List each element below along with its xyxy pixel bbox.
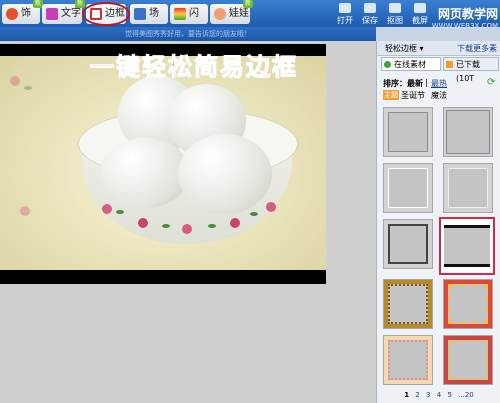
screenshot-button[interactable]: 截屏 bbox=[408, 3, 432, 26]
page-2[interactable]: 2 bbox=[415, 391, 419, 399]
theme-tag: 主题 bbox=[383, 90, 399, 100]
text-icon bbox=[46, 8, 58, 20]
flower-decoration bbox=[138, 218, 148, 228]
leaf-decoration bbox=[116, 210, 124, 214]
tutorial-title: 一键轻松简易边框 bbox=[90, 53, 298, 82]
frame-thumbnail[interactable] bbox=[383, 107, 433, 157]
open-label: 打开 bbox=[337, 16, 353, 25]
tab-text[interactable]: 文字 新 bbox=[42, 0, 85, 24]
flower-decoration bbox=[102, 204, 112, 214]
sort-hot[interactable]: 最热 bbox=[431, 78, 447, 89]
frame-thumbnail[interactable] bbox=[443, 163, 493, 213]
top-toolbar: 饰品 新 文字 新 边框 场景 闪图 娃娃 新 打开 保存 抠图 截屏 网页教 bbox=[0, 0, 500, 39]
sort-separator: | bbox=[425, 78, 428, 87]
material-panel: 轻松边框 ▾ 下载更多素 在线素材 已下载(10T 排序： 最新 | 最热 ⟳ … bbox=[376, 41, 500, 403]
folder-icon bbox=[339, 3, 351, 13]
rice-ball bbox=[100, 138, 190, 208]
cutout-label: 抠图 bbox=[387, 16, 403, 25]
page-3[interactable]: 3 bbox=[426, 391, 430, 399]
disk-icon bbox=[364, 3, 376, 13]
tab-online-material[interactable]: 在线素材 bbox=[381, 57, 441, 71]
highlight-circle bbox=[82, 2, 130, 26]
page-4[interactable]: 4 bbox=[437, 391, 441, 399]
panel-tabs: 在线素材 已下载(10T bbox=[377, 56, 500, 83]
watermark-sub: WWW.WEB3X.COM bbox=[431, 22, 498, 30]
tab-online-label: 在线素材 bbox=[394, 60, 426, 69]
leaf-decoration bbox=[162, 224, 170, 228]
frame-thumbnail[interactable] bbox=[443, 335, 493, 385]
frame-thumbnail[interactable] bbox=[383, 279, 433, 329]
scene-icon bbox=[134, 8, 146, 20]
globe-icon bbox=[384, 61, 391, 68]
scissors-icon bbox=[389, 3, 401, 13]
frame-type-dropdown[interactable]: 轻松边框 ▾ bbox=[385, 43, 424, 54]
panel-header: 轻松边框 ▾ 下载更多素 bbox=[377, 41, 500, 56]
refresh-icon[interactable]: ⟳ bbox=[487, 77, 495, 88]
flower-decoration bbox=[230, 218, 240, 228]
open-button[interactable]: 打开 bbox=[333, 3, 357, 26]
tab-downloaded[interactable]: 已下载(10T bbox=[443, 57, 499, 83]
filter-magic[interactable]: 魔法 bbox=[431, 90, 447, 101]
frame-thumbnail[interactable] bbox=[443, 279, 493, 329]
frame-thumbnail[interactable] bbox=[383, 335, 433, 385]
flower-decoration bbox=[10, 76, 20, 86]
leaf-decoration bbox=[208, 224, 216, 228]
site-watermark: 网页教学网 WWW.WEB3X.COM bbox=[432, 8, 498, 32]
new-badge: 新 bbox=[242, 0, 253, 8]
filter-christmas[interactable]: 圣诞节 bbox=[401, 90, 425, 101]
camera-icon bbox=[414, 3, 426, 13]
page-1[interactable]: 1 bbox=[404, 391, 409, 399]
watermark-main: 网页教学网 bbox=[437, 7, 498, 21]
page-5[interactable]: 5 bbox=[447, 391, 451, 399]
page-last[interactable]: ...20 bbox=[458, 391, 474, 399]
photo-image bbox=[0, 56, 326, 270]
doll-icon bbox=[214, 8, 226, 20]
heart-icon bbox=[6, 8, 18, 20]
frame-thumbnail[interactable] bbox=[443, 107, 493, 157]
save-label: 保存 bbox=[362, 16, 378, 25]
tab-dolls[interactable]: 娃娃 新 bbox=[210, 0, 253, 24]
save-button[interactable]: 保存 bbox=[358, 3, 382, 26]
sort-label: 排序： bbox=[383, 79, 407, 88]
leaf-decoration bbox=[250, 212, 258, 216]
rice-ball bbox=[178, 134, 272, 214]
flower-decoration bbox=[182, 224, 192, 234]
tab-decorations[interactable]: 饰品 新 bbox=[2, 0, 43, 39]
flash-icon bbox=[174, 8, 186, 20]
leaf-decoration bbox=[24, 86, 32, 90]
download-more-link[interactable]: 下载更多素 bbox=[457, 43, 497, 54]
new-badge: 新 bbox=[74, 0, 85, 8]
cutout-button[interactable]: 抠图 bbox=[383, 3, 407, 26]
screenshot-label: 截屏 bbox=[412, 16, 428, 25]
sort-latest[interactable]: 最新 bbox=[407, 78, 423, 89]
flower-decoration bbox=[20, 206, 30, 216]
frame-thumbnail-selected[interactable] bbox=[439, 217, 495, 275]
tab-flash[interactable]: 闪图 bbox=[170, 4, 208, 39]
frame-thumbnail[interactable] bbox=[383, 163, 433, 213]
pagination: 1 2 3 4 5 ...20 bbox=[377, 391, 500, 403]
download-icon bbox=[446, 61, 453, 68]
sort-bar: 排序： 最新 | 最热 ⟳ 主题 圣诞节 魔法 bbox=[377, 77, 500, 103]
info-bar: 觉得美图秀秀好用，要告诉您的朋友哦！ bbox=[0, 27, 376, 41]
flower-decoration bbox=[266, 202, 276, 212]
tab-scenes[interactable]: 场景 bbox=[130, 4, 168, 39]
frame-thumbnail[interactable] bbox=[383, 219, 433, 269]
